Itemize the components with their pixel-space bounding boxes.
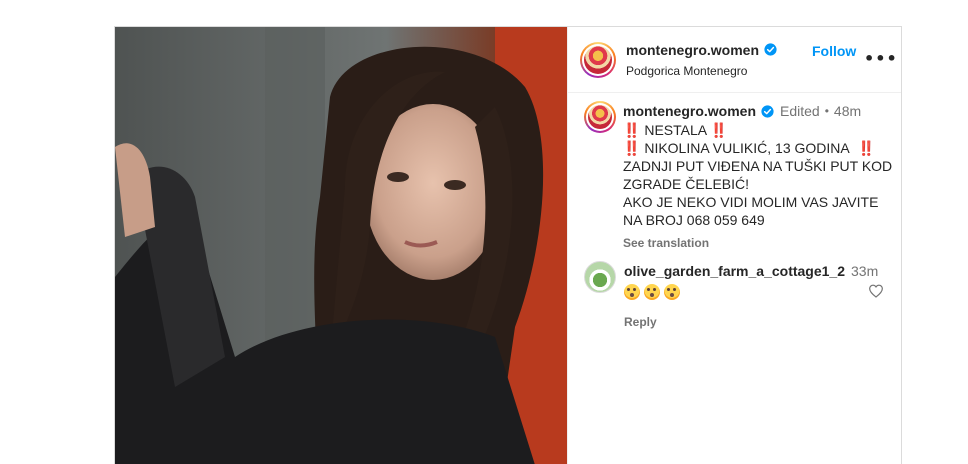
post-photo[interactable] <box>115 27 567 464</box>
meta-separator: • <box>824 104 829 118</box>
comment-item: olive_garden_farm_a_cottage1_2 33m Reply <box>584 261 887 329</box>
verified-badge-icon <box>761 104 774 118</box>
reply-button[interactable]: Reply <box>624 315 657 329</box>
caption-line: ‼️ NESTALA ‼️ <box>623 122 728 138</box>
flushed-face-icon <box>664 284 680 300</box>
post-sidebar: montenegro.women Podgorica Montenegro Fo… <box>567 27 901 464</box>
double-exclamation-icon: ‼️ <box>710 122 728 138</box>
caption-timestamp[interactable]: 48m <box>834 103 861 119</box>
caption-avatar[interactable] <box>584 101 616 133</box>
author-avatar[interactable] <box>580 41 616 78</box>
post-header: montenegro.women Podgorica Montenegro Fo… <box>568 27 901 93</box>
post-location[interactable]: Podgorica Montenegro <box>626 64 777 78</box>
caption-line: AKO JE NEKO VIDI MOLIM VAS JAVITE <box>623 194 879 210</box>
post-photo-image <box>115 27 567 464</box>
verified-badge-icon <box>764 43 777 56</box>
commenter-avatar[interactable] <box>584 261 616 293</box>
more-options-icon[interactable]: ••• <box>864 49 898 68</box>
caption-line: ZGRADE ČELEBIĆ! <box>623 176 750 192</box>
comment-timestamp[interactable]: 33m <box>851 263 878 279</box>
caption-username[interactable]: montenegro.women <box>623 103 756 119</box>
like-heart-icon[interactable] <box>868 283 884 299</box>
post-container: montenegro.women Podgorica Montenegro Fo… <box>114 26 902 464</box>
author-info: montenegro.women Podgorica Montenegro <box>626 42 777 78</box>
comment-text <box>624 284 878 300</box>
see-translation-link[interactable]: See translation <box>623 236 892 250</box>
follow-button[interactable]: Follow <box>812 43 856 59</box>
caption-text: ‼️ NESTALA ‼️ ‼️ NIKOLINA VULIKIĆ, 13 GO… <box>623 121 892 229</box>
commenter-username[interactable]: olive_garden_farm_a_cottage1_2 <box>624 263 845 279</box>
double-exclamation-icon: ‼️ <box>623 122 641 138</box>
flushed-face-icon <box>624 284 640 300</box>
caption-line: ‼️ NIKOLINA VULIKIĆ, 13 GODINA ‼️ <box>623 140 875 156</box>
double-exclamation-icon: ‼️ <box>623 140 641 156</box>
author-username[interactable]: montenegro.women <box>626 42 759 58</box>
caption-line: NA BROJ 068 059 649 <box>623 212 765 228</box>
caption-line: ZADNJI PUT VIĐENA NA TUŠKI PUT KOD <box>623 158 893 174</box>
post-caption: montenegro.women Edited • 48m ‼️ NESTALA… <box>584 101 892 250</box>
double-exclamation-icon: ‼️ <box>857 140 875 156</box>
flushed-face-icon <box>644 284 660 300</box>
edited-label: Edited <box>780 103 820 119</box>
